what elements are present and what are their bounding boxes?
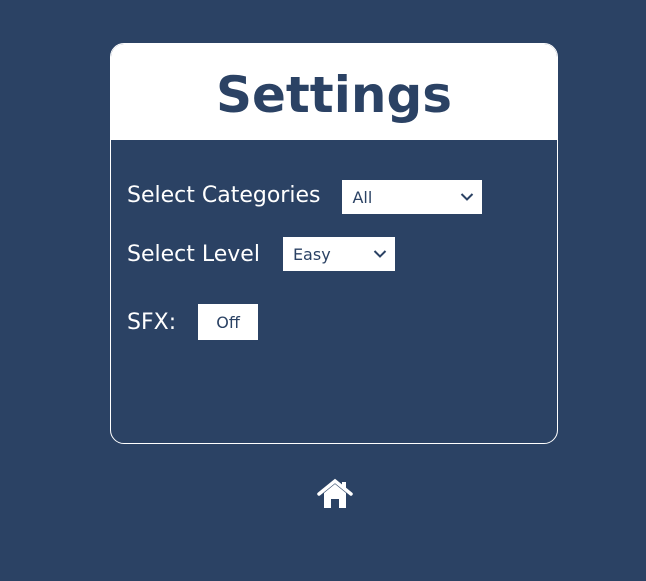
chevron-down-icon: [373, 250, 387, 258]
level-selected-value: Easy: [292, 244, 331, 264]
category-label: Select Categories: [127, 182, 321, 208]
sfx-toggle-button[interactable]: Off: [198, 304, 259, 340]
home-button[interactable]: [317, 478, 353, 510]
home-icon: [317, 478, 353, 508]
page-title: Settings: [215, 66, 452, 124]
level-label: Select Level: [127, 241, 260, 267]
settings-header: Settings: [111, 44, 557, 140]
level-row: Select Level Easy: [127, 237, 395, 271]
sfx-row: SFX: Off: [127, 304, 259, 340]
category-selected-value: All: [352, 187, 373, 207]
settings-card: Settings Select Categories All Select Le…: [110, 43, 558, 444]
sfx-label: SFX:: [127, 309, 177, 335]
category-select[interactable]: All: [342, 180, 483, 214]
chevron-down-icon: [461, 193, 474, 201]
category-row: Select Categories All: [127, 176, 483, 214]
level-select[interactable]: Easy: [282, 237, 395, 271]
settings-page: Settings Select Categories All Select Le…: [0, 0, 646, 581]
